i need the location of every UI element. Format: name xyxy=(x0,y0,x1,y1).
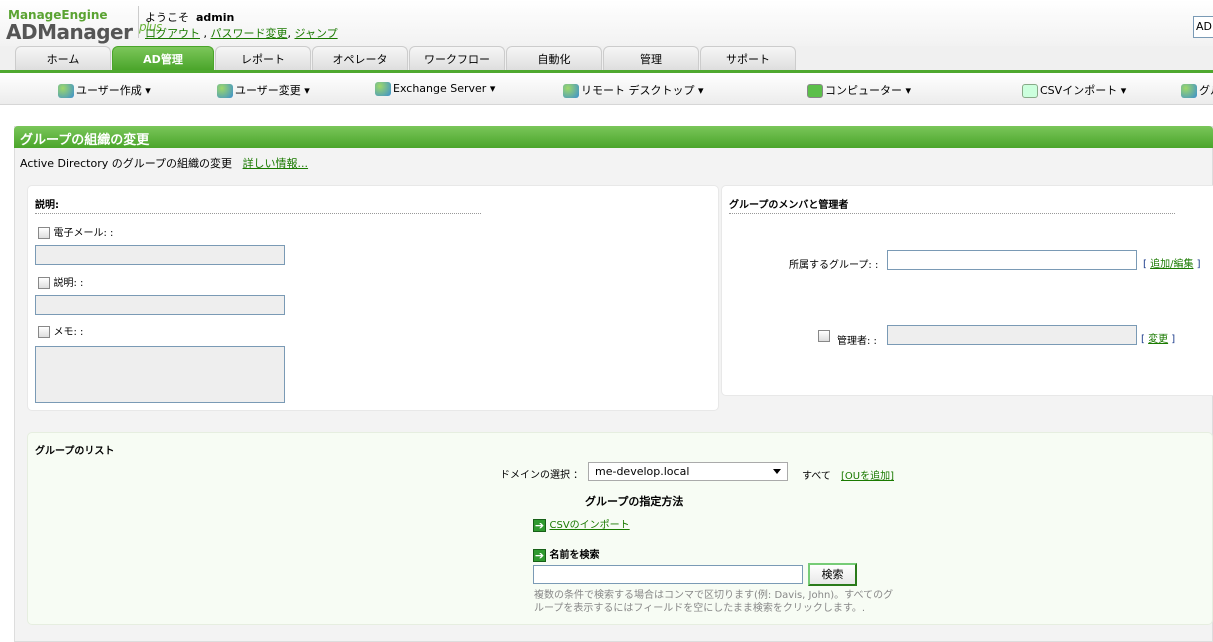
submenu-remote-desktop[interactable]: リモート デスクトップ ▾ xyxy=(563,82,704,98)
manager-label: 管理者: : xyxy=(837,336,877,347)
header-links: ログアウト , パスワード変更, ジャンプ xyxy=(145,27,338,40)
email-field[interactable] xyxy=(35,245,285,265)
top-right-input[interactable]: AD xyxy=(1193,16,1213,38)
member-of-label: 所属するグループ: : xyxy=(789,260,879,271)
manager-checkbox[interactable] xyxy=(818,329,830,342)
user-edit-icon xyxy=(217,84,233,98)
submenu-bar: ユーザー作成 ▾ ユーザー変更 ▾ Exchange Server ▾ リモート… xyxy=(0,73,1213,105)
email-row: 電子メール: : xyxy=(38,224,113,239)
csv-import-icon xyxy=(1022,84,1038,98)
username: admin xyxy=(196,11,235,24)
csv-import-row: ➔ CSVのインポート xyxy=(533,516,630,532)
email-checkbox[interactable] xyxy=(38,227,50,239)
all-label: すべて xyxy=(802,471,831,482)
submenu-computer[interactable]: コンピューター ▾ xyxy=(807,82,911,98)
remote-desktop-icon xyxy=(563,84,579,98)
member-of-field[interactable] xyxy=(887,250,1137,270)
tab-automation[interactable]: 自動化 xyxy=(506,46,602,70)
section-title: グループのメンバと管理者 xyxy=(729,200,849,211)
logout-link[interactable]: ログアウト xyxy=(145,27,200,40)
main-tabs: ホーム AD管理 レポート オペレータ ワークフロー 自動化 管理 サポート xyxy=(0,46,1213,70)
divider xyxy=(729,213,1175,214)
description-checkbox[interactable] xyxy=(38,277,50,289)
submenu-csv-import[interactable]: CSVインポート ▾ xyxy=(1022,82,1126,98)
change-wrapper: [ 変更 ] xyxy=(1141,334,1176,345)
mail-user-icon xyxy=(375,82,391,96)
change-password-link[interactable]: パスワード変更 xyxy=(211,27,288,40)
section-title: 説明: xyxy=(35,200,59,211)
search-button[interactable]: 検索 xyxy=(808,563,857,586)
more-info-link[interactable]: 詳しい情報... xyxy=(243,157,309,170)
memo-row: メモ: : xyxy=(38,323,83,338)
jump-link[interactable]: ジャンプ xyxy=(295,27,338,40)
description-field[interactable] xyxy=(35,295,285,315)
chevron-down-icon xyxy=(773,469,781,474)
page-description: Active Directory のグループの組織の変更 詳しい情報... xyxy=(20,157,309,170)
description-card: 説明: 電子メール: : 説明: : メモ: : xyxy=(27,185,719,411)
tab-support[interactable]: サポート xyxy=(700,46,796,70)
members-card: グループのメンバと管理者 所属するグループ: : [ 追加/編集 ] 管理者: … xyxy=(721,185,1213,396)
domain-label: ドメインの選択 ： xyxy=(500,470,584,481)
tab-home[interactable]: ホーム xyxy=(15,46,111,70)
memo-textarea[interactable] xyxy=(35,346,285,403)
submenu-create-user[interactable]: ユーザー作成 ▾ xyxy=(58,82,151,98)
search-by-name-row: ➔ 名前を検索 xyxy=(533,548,600,562)
tab-admin[interactable]: 管理 xyxy=(603,46,699,70)
arrow-right-icon: ➔ xyxy=(533,548,546,562)
page-title: グループの組織の変更 xyxy=(14,126,1213,148)
submenu-exchange[interactable]: Exchange Server ▾ xyxy=(375,82,495,96)
submenu-modify-user[interactable]: ユーザー変更 ▾ xyxy=(217,82,310,98)
add-ou-link[interactable]: [OUを追加] xyxy=(841,467,894,482)
desc-row: 説明: : xyxy=(38,274,83,289)
tab-ad-management[interactable]: AD管理 xyxy=(112,46,214,70)
divider xyxy=(35,213,481,214)
search-hint: 複数の条件で検索する場合はコンマで区切ります(例: Davis, John)。す… xyxy=(534,590,894,614)
computer-icon xyxy=(807,84,823,98)
csv-import-link[interactable]: CSVのインポート xyxy=(550,520,630,531)
memo-checkbox[interactable] xyxy=(38,326,50,338)
search-input[interactable] xyxy=(533,565,803,584)
header: ManageEngine ADManager plus ようこそ admin ロ… xyxy=(0,0,1213,46)
user-add-icon xyxy=(58,84,74,98)
domain-select[interactable]: me-develop.local xyxy=(588,462,788,481)
section-title: グループのリスト xyxy=(35,446,115,457)
method-title: グループの指定方法 xyxy=(585,495,684,508)
divider xyxy=(138,6,139,38)
welcome-text: ようこそ admin xyxy=(145,11,235,24)
submenu-group[interactable]: グル xyxy=(1181,82,1213,98)
tab-reports[interactable]: レポート xyxy=(215,46,311,70)
add-edit-wrapper: [ 追加/編集 ] xyxy=(1143,259,1201,270)
change-manager-link[interactable]: 変更 xyxy=(1148,334,1168,345)
tab-operators[interactable]: オペレータ xyxy=(312,46,408,70)
arrow-right-icon: ➔ xyxy=(533,518,546,532)
manager-field[interactable] xyxy=(887,325,1137,345)
group-icon xyxy=(1181,84,1197,98)
tab-workflow[interactable]: ワークフロー xyxy=(409,46,505,70)
add-edit-link[interactable]: 追加/編集 xyxy=(1150,259,1193,270)
